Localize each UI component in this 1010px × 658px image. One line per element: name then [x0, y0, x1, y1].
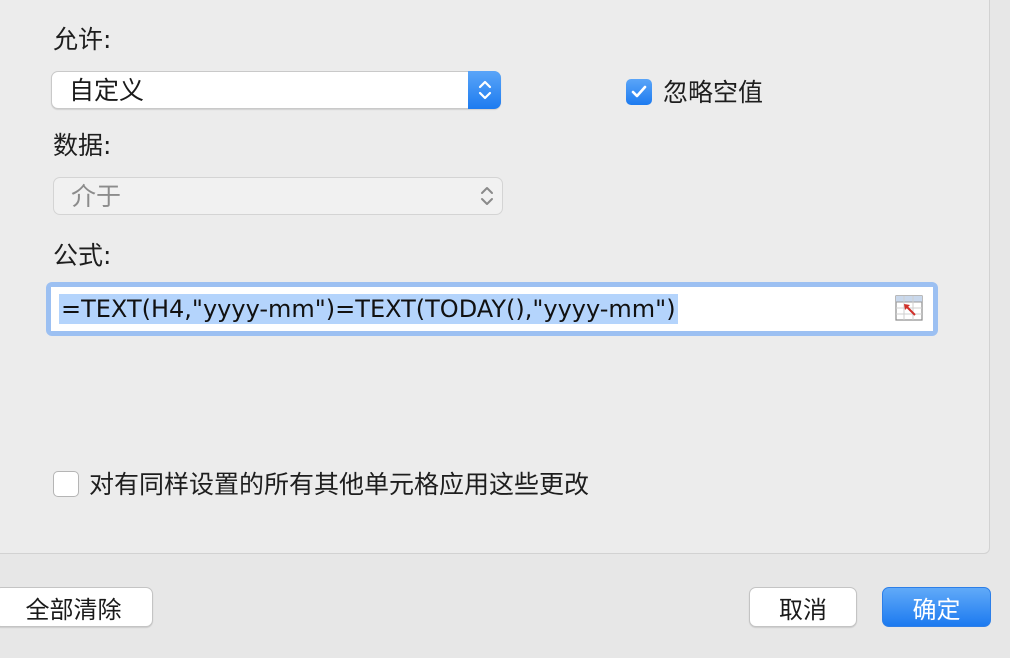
formula-input[interactable]: =TEXT(H4,"yyyy-mm")=TEXT(TODAY(),"yyyy-m… [51, 287, 933, 331]
apply-all-label: 对有同样设置的所有其他单元格应用这些更改 [89, 470, 590, 499]
cell-reference-picker-icon[interactable] [895, 295, 923, 321]
formula-label: 公式: [53, 241, 112, 270]
clear-all-button[interactable]: 全部清除 [0, 587, 153, 627]
ignore-blank-checkbox[interactable] [626, 79, 652, 105]
allow-select-value: 自定义 [69, 76, 145, 105]
apply-all-checkbox[interactable] [53, 471, 79, 497]
updown-arrows-icon [468, 71, 501, 109]
allow-label: 允许: [53, 25, 112, 54]
cancel-button[interactable]: 取消 [749, 587, 857, 627]
data-select-value: 介于 [71, 182, 122, 211]
checkmark-icon [631, 85, 647, 98]
allow-select[interactable]: 自定义 [51, 71, 501, 109]
ok-button[interactable]: 确定 [882, 587, 991, 627]
updown-arrows-icon [472, 178, 502, 214]
ignore-blank-label: 忽略空值 [663, 78, 764, 107]
data-select[interactable]: 介于 [53, 177, 503, 215]
data-label: 数据: [53, 131, 112, 160]
formula-input-focus-ring: =TEXT(H4,"yyyy-mm")=TEXT(TODAY(),"yyyy-m… [46, 282, 938, 336]
formula-input-value: =TEXT(H4,"yyyy-mm")=TEXT(TODAY(),"yyyy-m… [59, 294, 678, 324]
